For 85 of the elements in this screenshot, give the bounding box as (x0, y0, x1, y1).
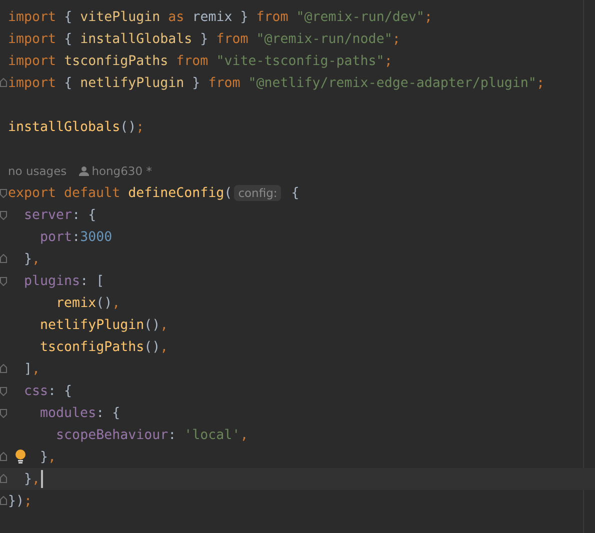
code-token: : [ (80, 274, 104, 288)
code-token: ; (24, 494, 32, 508)
code-token: , (48, 450, 56, 464)
code-token: } (200, 32, 210, 46)
fold-icon[interactable] (0, 78, 7, 87)
fold-icon[interactable] (0, 189, 7, 198)
fold-icon[interactable] (0, 277, 7, 286)
code-token: , (240, 428, 248, 442)
code-token: , (160, 318, 168, 332)
code-token: 'local' (184, 428, 240, 442)
code-token: server (24, 208, 72, 222)
code-token: tsconfigPaths (40, 340, 144, 354)
code-token: import (8, 32, 56, 46)
code-token: } (192, 76, 202, 90)
code-token: ; (384, 54, 392, 68)
code-token: : { (48, 384, 72, 398)
code-token: plugins (24, 274, 80, 288)
code-token: { (64, 10, 74, 24)
code-token: ; (424, 10, 432, 24)
fold-icon[interactable] (0, 364, 7, 373)
code-token: import (8, 76, 56, 90)
code-token: from (216, 32, 248, 46)
code-token: () (120, 120, 136, 134)
code-token: , (32, 362, 40, 376)
code-token: as (168, 10, 184, 24)
code-token: installGlobals (8, 120, 120, 134)
fold-icon[interactable] (0, 254, 7, 263)
fold-icon[interactable] (0, 409, 7, 418)
parameter-hint: config: (234, 185, 282, 201)
fold-icon[interactable] (0, 211, 7, 220)
code-token: css (24, 384, 48, 398)
code-token: } (24, 472, 32, 486)
fold-icon[interactable] (0, 474, 7, 483)
code-token: "vite-tsconfig-paths" (216, 54, 384, 68)
usages-hint[interactable]: no usages (8, 164, 67, 178)
code-token: ; (536, 76, 544, 90)
fold-icon[interactable] (0, 452, 7, 461)
author-hint[interactable]: hong630 * (92, 164, 152, 178)
fold-icon[interactable] (0, 496, 7, 505)
code-token: "@remix-run/dev" (296, 10, 424, 24)
code-token: }) (8, 494, 24, 508)
code-token: "@netlify/remix-edge-adapter/plugin" (248, 76, 536, 90)
code-token: { (64, 76, 74, 90)
code-token: 3000 (80, 230, 112, 244)
code-token: ( (224, 186, 232, 200)
code-token: remix (56, 296, 96, 310)
person-icon (78, 166, 89, 176)
code-token: } (24, 252, 32, 266)
code-token: ; (136, 120, 144, 134)
code-token: installGlobals (80, 32, 192, 46)
code-token: import (8, 54, 56, 68)
code-token: defineConfig (128, 186, 224, 200)
code-token: : (72, 230, 80, 244)
code-token: : { (96, 406, 120, 420)
code-token: ] (24, 362, 32, 376)
code-token: () (96, 296, 112, 310)
code-token: netlifyPlugin (40, 318, 144, 332)
code-token: from (256, 10, 288, 24)
code-token: } (40, 450, 48, 464)
code-token: : (168, 428, 178, 442)
code-token: scopeBehaviour (56, 428, 168, 442)
code-token: , (32, 252, 40, 266)
code-token: () (144, 340, 160, 354)
code-token: { (64, 32, 74, 46)
code-token: , (112, 296, 120, 310)
code-token: import (8, 10, 56, 24)
code-token: { (291, 186, 300, 200)
text-cursor (41, 470, 44, 488)
code-token: ; (392, 32, 400, 46)
code-token: netlifyPlugin (80, 76, 184, 90)
code-token: from (176, 54, 208, 68)
code-token: () (144, 318, 160, 332)
code-token: , (32, 472, 40, 486)
code-token: from (208, 76, 240, 90)
code-token: : { (72, 208, 96, 222)
code-token: , (160, 340, 168, 354)
code-token: vitePlugin (80, 10, 160, 24)
code-token: remix } (192, 10, 250, 24)
code-token: port (40, 230, 72, 244)
code-token: modules (40, 406, 96, 420)
code-token: export default (8, 186, 120, 200)
code-token: "@remix-run/node" (256, 32, 392, 46)
lightbulb-icon[interactable] (15, 449, 26, 464)
fold-icon[interactable] (0, 387, 7, 396)
code-token: tsconfigPaths (64, 54, 170, 68)
